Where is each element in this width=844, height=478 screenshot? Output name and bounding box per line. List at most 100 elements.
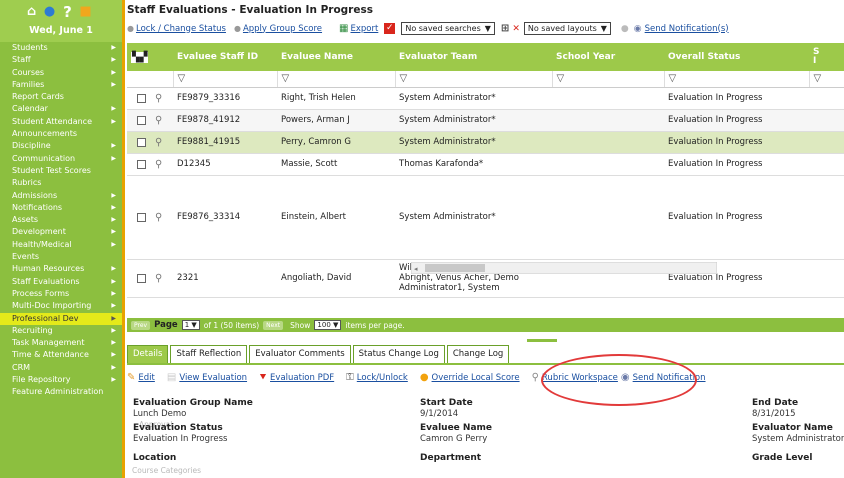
lock-unlock-action[interactable]: ⚿ Lock/Unlock [346,372,408,383]
row-view-cell[interactable]: ⚲ [151,109,174,132]
sidebar-item-crm[interactable]: CRM ▶ [0,362,122,374]
globe-icon[interactable]: ● [42,4,57,19]
help-icon[interactable]: ? [60,3,75,21]
override-local-score-link[interactable]: Override Local Score [432,373,520,383]
magnifier-icon[interactable]: ⚲ [155,212,162,223]
saved-layouts-select[interactable]: No saved layouts ▼ [523,22,611,35]
lock-change-status-link[interactable]: Lock / Change Status [136,24,226,34]
magnifier-icon[interactable]: ⚲ [155,115,162,126]
lock-icon[interactable]: ■ [78,4,93,19]
page-size-select[interactable]: 100 ▼ [314,320,342,330]
lock-unlock-link[interactable]: Lock/Unlock [357,373,408,383]
tab-staff-reflection[interactable]: Staff Reflection [170,345,248,363]
row-checkbox[interactable] [137,137,146,147]
column-header-staff-id[interactable]: Evaluee Staff ID [173,43,278,71]
override-local-score-action[interactable]: ● Override Local Score [420,372,520,383]
tab-details[interactable]: Details [127,345,169,363]
row-checkbox[interactable] [137,93,146,103]
horizontal-scrollbar[interactable]: ◂ [411,262,717,274]
row-checkbox-cell[interactable] [127,259,151,298]
sidebar-border[interactable] [122,0,125,478]
column-header-status[interactable]: Overall Status [664,43,810,71]
sidebar-item-report-cards[interactable]: Report Cards [0,91,122,103]
sidebar-item-families[interactable]: Families ▶ [0,79,122,91]
row-checkbox[interactable] [137,115,146,125]
evaluation-pdf-link[interactable]: Evaluation PDF [270,373,334,383]
magnifier-icon[interactable]: ⚲ [155,159,162,170]
row-checkbox[interactable] [137,212,146,222]
sidebar-item-feature-administration[interactable]: Feature Administration [0,386,122,398]
saved-searches-select[interactable]: No saved searches ▼ [401,22,495,35]
sidebar-item-courses[interactable]: Courses ▶ [0,67,122,79]
edit-action[interactable]: ✎ Edit [127,372,155,383]
row-checkbox-cell[interactable] [127,131,151,154]
sidebar-item-multi-doc-importing[interactable]: Multi-Doc Importing ▶ [0,300,122,312]
sidebar-item-discipline[interactable]: Discipline ▶ [0,140,122,152]
row-checkbox[interactable] [137,273,146,283]
filter-icon[interactable]: ▽ [809,71,844,88]
home-icon[interactable]: ⌂ [24,4,39,19]
sidebar-item-announcements[interactable]: Announcements [0,128,122,140]
send-notifications-link[interactable]: Send Notification(s) [645,24,729,34]
sidebar-item-communication[interactable]: Communication ▶ [0,153,122,165]
table-row[interactable]: ⚲ FE9879_33316 Right, Trish Helen System Ad… [127,87,844,110]
magnifier-icon[interactable]: ⚲ [155,137,162,148]
magnifier-icon[interactable]: ⚲ [155,93,162,104]
view-evaluation-link[interactable]: View Evaluation [179,373,247,383]
sidebar-item-student-test-scores[interactable]: Student Test Scores [0,165,122,177]
column-header-extra[interactable]: S I [809,43,844,71]
sidebar-item-professional-dev[interactable]: Professional Dev ▶ [0,312,122,325]
sidebar-item-rubrics[interactable]: Rubrics [0,177,122,189]
binoculars-icon[interactable]: ⊞ [501,23,509,34]
sidebar-item-student-attendance[interactable]: Student Attendance ▶ [0,116,122,128]
panel-splitter[interactable] [527,339,557,342]
magnifier-icon[interactable]: ⚲ [155,273,162,284]
row-checkbox[interactable] [137,159,146,169]
row-checkbox-cell[interactable] [127,175,151,260]
prev-page-button[interactable]: Prev [131,320,151,330]
column-header-year[interactable]: School Year [552,43,665,71]
table-row[interactable]: ⚲ FE9881_41915 Perry, Camron G System Admin… [127,131,844,154]
row-checkbox-cell[interactable] [127,153,151,176]
sidebar-item-process-forms[interactable]: Process Forms ▶ [0,288,122,300]
row-view-cell[interactable]: ⚲ [151,175,174,260]
sidebar-item-time-attendance[interactable]: Time & Attendance ▶ [0,349,122,361]
row-checkbox-cell[interactable] [127,109,151,132]
sidebar-item-students[interactable]: Students ▶ [0,42,122,54]
page-select[interactable]: 1 ▼ [181,320,200,330]
row-view-cell[interactable]: ⚲ [151,259,174,298]
filter-icon[interactable]: ▽ [395,71,553,88]
select-all-header[interactable]: ▚▞ [127,43,174,71]
sidebar-item-admissions[interactable]: Admissions ▶ [0,190,122,202]
filter-icon[interactable]: ▽ [277,71,396,88]
sidebar-item-events[interactable]: Events [0,251,122,263]
tab-status-change-log[interactable]: Status Change Log [352,345,445,363]
tab-evaluator-comments[interactable]: Evaluator Comments [249,345,351,363]
view-evaluation-action[interactable]: ▤ View Evaluation [167,372,247,383]
clear-search-icon[interactable]: ✕ [512,24,520,34]
edit-link[interactable]: Edit [138,373,154,383]
sidebar-item-development[interactable]: Development ▶ [0,226,122,238]
table-row[interactable]: ⚲ D12345 Massie, Scott Thomas Karafonda* Eva… [127,153,844,176]
tab-change-log[interactable]: Change Log [446,345,510,363]
sidebar-item-staff[interactable]: Staff ▶ [0,54,122,66]
column-header-team[interactable]: Evaluator Team [395,43,553,71]
evaluation-pdf-action[interactable]: ⯆ Evaluation PDF [259,372,334,383]
filter-icon[interactable]: ▽ [173,71,278,88]
next-page-button[interactable]: Next [263,320,284,330]
sidebar-item-file-repository[interactable]: File Repository ▶ [0,374,122,386]
table-row[interactable]: ⚲ FE9878_41912 Powers, Arman J System Admin… [127,109,844,132]
table-row[interactable]: ⚲ FE9876_33314 Einstein, Albert System Admi… [127,175,844,260]
sidebar-item-human-resources[interactable]: Human Resources ▶ [0,263,122,275]
column-header-name[interactable]: Evaluee Name [277,43,396,71]
sidebar-item-staff-evaluations[interactable]: Staff Evaluations ▶ [0,276,122,288]
sidebar-item-recruiting[interactable]: Recruiting ▶ [0,325,122,337]
apply-group-score-link[interactable]: Apply Group Score [243,24,322,34]
sidebar-item-task-management[interactable]: Task Management ▶ [0,337,122,349]
sidebar-item-health-medical[interactable]: Health/Medical ▶ [0,239,122,251]
row-view-cell[interactable]: ⚲ [151,131,174,154]
sidebar-item-notifications[interactable]: Notifications ▶ [0,202,122,214]
row-view-cell[interactable]: ⚲ [151,87,174,110]
row-checkbox-cell[interactable] [127,87,151,110]
sidebar-item-calendar[interactable]: Calendar ▶ [0,103,122,115]
